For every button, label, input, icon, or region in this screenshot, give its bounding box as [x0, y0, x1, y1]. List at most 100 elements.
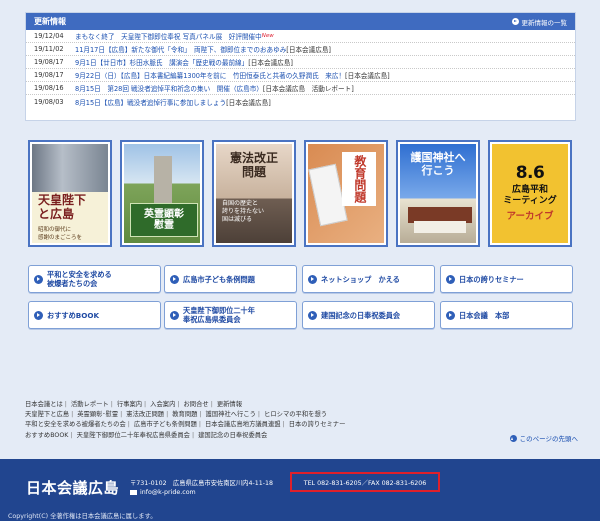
- footer-link[interactable]: 日本会議とは: [25, 401, 63, 408]
- arrow-circle-icon: [446, 274, 455, 284]
- news-panel: 更新情報 更新情報の一覧 19/12/04 まもなく終了 天皇陛下御即位奉祝 写…: [25, 12, 576, 121]
- arrow-circle-icon: [308, 274, 317, 284]
- new-badge: New: [261, 33, 274, 39]
- page-top-label: このページの先頭へ: [519, 435, 578, 443]
- banner-sub: 昭和の御代に 感謝のまごころを: [38, 226, 83, 241]
- footer-tel-fax: TEL 082-831-6205／FAX 082-831-6206: [290, 472, 440, 492]
- footer-links-row: 平和と安全を求める被爆者たちの会 | 広島市子ども条例問題 | 日本会議広島地方議員…: [25, 421, 346, 429]
- news-link[interactable]: 8月15日 第28回 戦没者追悼平和祈念の集い 開催（広島市）: [75, 83, 263, 93]
- page-top-link[interactable]: このページの先頭へ: [509, 433, 578, 443]
- news-category: [日本会議広島]: [286, 46, 332, 54]
- arrow-circle-icon: [446, 310, 455, 320]
- link-button-label: 平和と安全を求める 被爆者たちの会: [47, 270, 112, 288]
- news-link[interactable]: 8月15日【広島】戦没者追悼行事に参加しましょう: [75, 97, 226, 107]
- banner-line1: 護国神社へ: [410, 151, 466, 164]
- footer-logo: 日本会議広島: [26, 479, 120, 497]
- banner-line1: 教育: [352, 155, 367, 179]
- banner-line2: 行こう: [421, 163, 455, 177]
- news-category: [日本会議広島]: [248, 59, 293, 67]
- site-footer: 日本会議広島 〒731-0102 広島県広島市安佐南区川内4-11-18 TEL…: [0, 459, 600, 521]
- news-item: 19/12/04 まもなく終了 天皇陛下御即位奉祝 写真パネル展 好評開催中 N…: [26, 30, 575, 43]
- footer-link[interactable]: 更新情報: [217, 401, 242, 408]
- footer-link[interactable]: 活動レポート: [71, 401, 109, 408]
- footer-link[interactable]: おすすめBOOK: [25, 432, 68, 439]
- news-link[interactable]: 9月1日【廿日市】杉田水脈氏 講演会「歴史戦の最前線」: [75, 57, 248, 67]
- link-button-label: 日本会議 本部: [459, 310, 510, 320]
- banner-86[interactable]: 8.6 広島平和 ミーティング アーカイブ: [488, 140, 572, 247]
- news-item: 19/08/03 8月15日【広島】戦没者追悼行事に参加しましょう [日本会議広…: [26, 95, 575, 108]
- news-item: 19/08/16 8月15日 第28回 戦没者追悼平和祈念の集い 開催（広島市）…: [26, 82, 575, 95]
- banner-gokoku[interactable]: 護国神社へ 行こう: [396, 140, 480, 247]
- footer-sitemap: 日本会議とは | 活動レポート | 行事案内 | 入会案内 | お問合せ | 更新情報 天…: [25, 400, 345, 441]
- footer-link[interactable]: 天皇陛下御即位二十年奉祝広島県委員会: [77, 432, 190, 439]
- news-category: [日本会議広島 活動レポート]: [262, 85, 354, 93]
- footer-address: 〒731-0102 広島県広島市安佐南区川内4-11-18: [130, 480, 274, 487]
- footer-email-link[interactable]: info@k-pride.com: [130, 489, 196, 496]
- footer-link[interactable]: 憲法改正問題: [126, 411, 164, 418]
- footer-link[interactable]: 教育問題: [172, 411, 197, 418]
- news-date: 19/08/16: [34, 84, 64, 92]
- banner-kyouiku[interactable]: 教育 問題: [304, 140, 388, 247]
- footer-link[interactable]: 護国神社へ行こう: [206, 411, 256, 418]
- banner-line2: 慰霊: [154, 220, 174, 231]
- news-link[interactable]: 9月22日（日）【広島】日本書紀編纂1300年を前に 竹田恒泰氏と共著の久野潤氏…: [75, 70, 345, 80]
- banner-line1: 英霊顕彰: [144, 208, 184, 220]
- footer-links-row: 日本会議とは | 活動レポート | 行事案内 | 入会案内 | お問合せ | 更新情報: [25, 401, 243, 408]
- news-header: 更新情報 更新情報の一覧: [26, 13, 575, 30]
- footer-link[interactable]: 英霊顕彰･慰霊: [77, 411, 118, 418]
- footer-copyright: Copyright(C) 全著作権は日本会議広島に属します。: [8, 513, 157, 520]
- news-date: 19/08/03: [34, 97, 64, 106]
- banner-text: 護国神社へ 行こう: [400, 151, 476, 177]
- news-link[interactable]: まもなく終了 天皇陛下御即位奉祝 写真パネル展 好評開催中: [75, 31, 262, 41]
- footer-email: info@k-pride.com: [140, 489, 196, 496]
- banner-line2: 広島平和 ミーティング: [503, 185, 557, 206]
- news-link[interactable]: 11月17日【広島】新たな御代「令和」 両陛下、御即位までのおあゆみ: [75, 44, 286, 54]
- arrow-circle-icon: [34, 274, 43, 284]
- banner-tennou[interactable]: 天皇陛下 と広島 昭和の御代に 感謝のまごころを: [28, 140, 112, 247]
- footer-link[interactable]: 広島市子ども条例問題: [134, 421, 197, 428]
- link-button-hibakusha[interactable]: 平和と安全を求める 被爆者たちの会: [28, 265, 161, 293]
- link-button-book[interactable]: おすすめBOOK: [28, 301, 161, 329]
- footer-link[interactable]: 建国記念の日奉祝委員会: [198, 432, 267, 439]
- footer-link[interactable]: 平和と安全を求める被爆者たちの会: [25, 421, 126, 428]
- banner-kenpou[interactable]: 憲法改正 問題 自国の歴史と 誇りを持たない 国は滅びる: [212, 140, 296, 247]
- news-date: 19/11/02: [34, 45, 64, 53]
- banner-line1: 天皇陛下: [38, 193, 87, 207]
- banner-text: 教育 問題: [342, 152, 376, 206]
- link-button-label: おすすめBOOK: [47, 310, 100, 320]
- banner-line2: 問題: [352, 179, 367, 203]
- link-button-label: ネットショップ かえる: [321, 274, 400, 284]
- arrow-circle-icon: [170, 310, 179, 320]
- banner-sub: アーカイブ: [506, 211, 554, 223]
- news-item: 19/08/17 9月1日【廿日市】杉田水脈氏 講演会「歴史戦の最前線」 [日本…: [26, 56, 575, 69]
- footer-link[interactable]: 日本の誇りセミナー: [289, 421, 346, 428]
- mail-icon: [130, 490, 137, 495]
- banner-sub: 自国の歴史と 誇りを持たない 国は滅びる: [222, 200, 265, 223]
- link-button-kodomo-jourei[interactable]: 広島市子ども条例問題: [164, 265, 297, 293]
- news-date: 19/08/17: [34, 71, 64, 79]
- banner-text: 憲法改正 問題: [216, 151, 292, 180]
- footer-link[interactable]: 天皇陛下と広島: [25, 411, 69, 418]
- banner-line2: 問題: [241, 164, 266, 179]
- link-button-netshop[interactable]: ネットショップ かえる: [302, 265, 435, 293]
- footer-link[interactable]: 日本会議広島地方議員連盟: [205, 421, 281, 428]
- news-more-link[interactable]: 更新情報の一覧: [511, 17, 568, 27]
- link-button-honbu[interactable]: 日本会議 本部: [440, 301, 573, 329]
- link-button-kenkoku[interactable]: 建国記念の日奉祝委員会: [302, 301, 435, 329]
- arrow-circle-icon: [34, 310, 43, 320]
- footer-link[interactable]: お問合せ: [184, 401, 209, 408]
- footer-link[interactable]: 入会案内: [150, 401, 175, 408]
- footer-links-row: 天皇陛下と広島 | 英霊顕彰･慰霊 | 憲法改正問題 | 教育問題 | 護国神社へ行こう…: [25, 411, 328, 419]
- link-button-hokori-seminar[interactable]: 日本の誇りセミナー: [440, 265, 573, 293]
- arrow-up-circle-icon: [509, 434, 517, 442]
- footer-link[interactable]: ヒロシマの平和を想う: [264, 411, 327, 418]
- link-button-sokui[interactable]: 天皇陛下御即位二十年 奉祝広島県委員会: [164, 301, 297, 329]
- news-category: [日本会議広島]: [345, 72, 390, 80]
- banner-eirei[interactable]: 英霊顕彰 慰霊: [120, 140, 204, 247]
- news-more-label: 更新情報の一覧: [521, 18, 568, 27]
- arrow-circle-icon: [511, 18, 519, 25]
- news-item: 19/08/17 9月22日（日）【広島】日本書紀編纂1300年を前に 竹田恒泰…: [26, 69, 575, 82]
- footer-link[interactable]: 行事案内: [117, 401, 142, 408]
- banner-text: 天皇陛下 と広島 昭和の御代に 感謝のまごころを: [38, 193, 87, 241]
- banner-photo: [32, 144, 108, 192]
